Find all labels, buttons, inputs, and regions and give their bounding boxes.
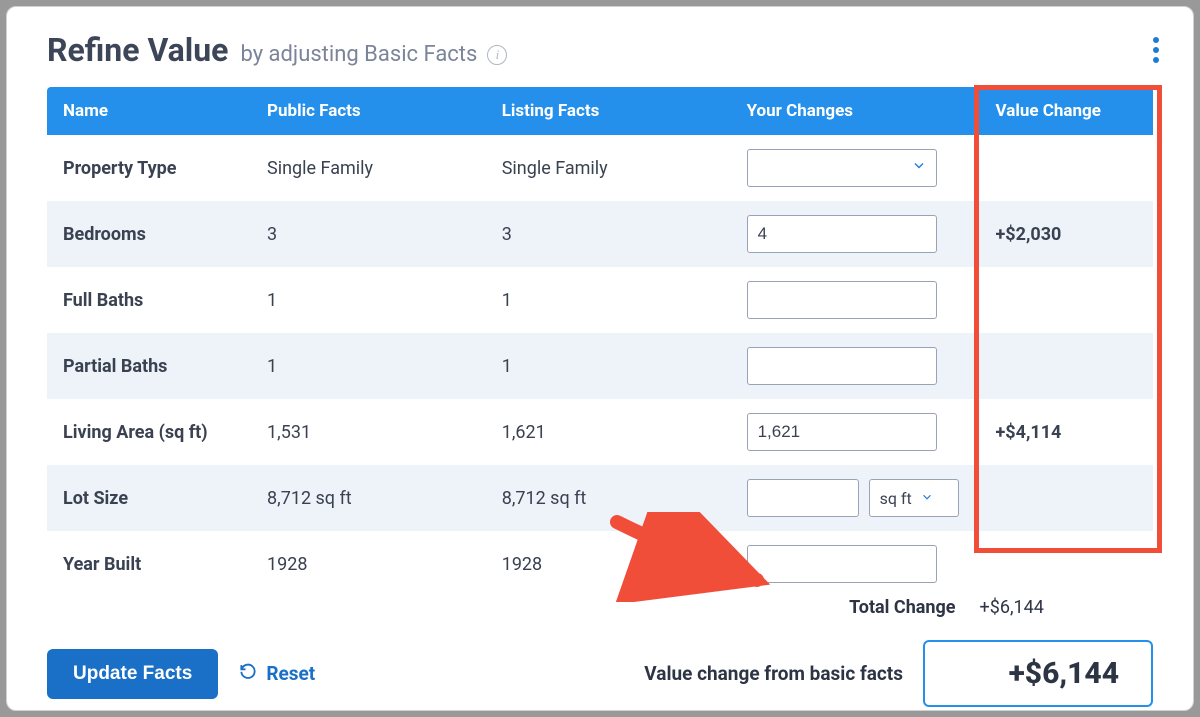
value-change [980,267,1154,333]
col-listing-facts: Listing Facts [486,87,731,135]
public-facts-value: 1 [251,333,486,399]
table-row: Partial Baths11 [47,333,1153,399]
row-label: Bedrooms [47,201,251,267]
row-label: Property Type [47,135,251,201]
public-facts-value: 1,531 [251,399,486,465]
value-change [980,465,1154,531]
row-label: Partial Baths [47,333,251,399]
refine-value-card: Refine Value by adjusting Basic Facts i … [6,6,1194,711]
info-icon[interactable]: i [487,45,507,65]
card-title: Refine Value [47,31,228,69]
facts-table: Name Public Facts Listing Facts Your Cha… [47,87,1153,618]
row-label: Lot Size [47,465,251,531]
table-row: Full Baths11 [47,267,1153,333]
changes-input[interactable] [747,545,937,583]
row-label: Living Area (sq ft) [47,399,251,465]
listing-facts-value: 1928 [486,531,731,597]
listing-facts-value: 1,621 [486,399,731,465]
value-change [980,333,1154,399]
public-facts-value: 3 [251,201,486,267]
update-facts-button[interactable]: Update Facts [47,649,218,699]
table-row: Lot Size8,712 sq ft8,712 sq ftsq ft [47,465,1153,531]
listing-facts-value: 3 [486,201,731,267]
your-changes-cell [731,531,980,597]
your-changes-cell [731,267,980,333]
your-changes-cell [731,399,980,465]
table-row: Living Area (sq ft)1,5311,621 +$4,114 [47,399,1153,465]
lot-size-input[interactable] [747,479,859,517]
reset-button[interactable]: Reset [238,661,315,686]
undo-icon [238,661,258,686]
lot-size-unit-select[interactable]: sq ft [869,479,959,517]
footer-change-value: +$6,144 [923,640,1153,707]
unit-label: sq ft [880,489,912,508]
table-row: Property TypeSingle FamilySingle Family [47,135,1153,201]
property-type-select[interactable] [747,149,937,187]
col-value-change: Value Change [980,87,1154,135]
changes-input[interactable] [747,347,937,385]
table-row: Year Built19281928 [47,531,1153,597]
card-subtitle-text: by adjusting Basic Facts [240,42,477,67]
dots-icon [1153,37,1159,43]
changes-input[interactable] [747,413,937,451]
your-changes-cell: sq ft [731,465,980,531]
value-change [980,135,1154,201]
more-menu-button[interactable] [1149,33,1163,67]
public-facts-value: 1 [251,267,486,333]
col-your-changes: Your Changes [731,87,980,135]
card-header: Refine Value by adjusting Basic Facts i [47,31,1153,69]
footer-change-label: Value change from basic facts [644,662,903,685]
your-changes-cell [731,135,980,201]
listing-facts-value: Single Family [486,135,731,201]
value-change: +$4,114 [980,399,1154,465]
col-name: Name [47,87,251,135]
value-change [980,531,1154,597]
card-subtitle: by adjusting Basic Facts i [240,42,507,67]
public-facts-value: Single Family [251,135,486,201]
listing-facts-value: 1 [486,333,731,399]
total-change-label: Total Change [731,597,980,618]
changes-input[interactable] [747,215,937,253]
total-change-value: +$6,144 [980,597,1154,618]
your-changes-cell [731,201,980,267]
value-change: +$2,030 [980,201,1154,267]
your-changes-cell [731,333,980,399]
changes-input[interactable] [747,281,937,319]
col-public-facts: Public Facts [251,87,486,135]
public-facts-value: 8,712 sq ft [251,465,486,531]
card-footer: Update Facts Reset Value change from bas… [47,640,1153,707]
listing-facts-value: 8,712 sq ft [486,465,731,531]
listing-facts-value: 1 [486,267,731,333]
row-label: Year Built [47,531,251,597]
chevron-down-icon [920,489,934,508]
reset-label: Reset [266,662,315,685]
table-row: Bedrooms33+$2,030 [47,201,1153,267]
row-label: Full Baths [47,267,251,333]
public-facts-value: 1928 [251,531,486,597]
